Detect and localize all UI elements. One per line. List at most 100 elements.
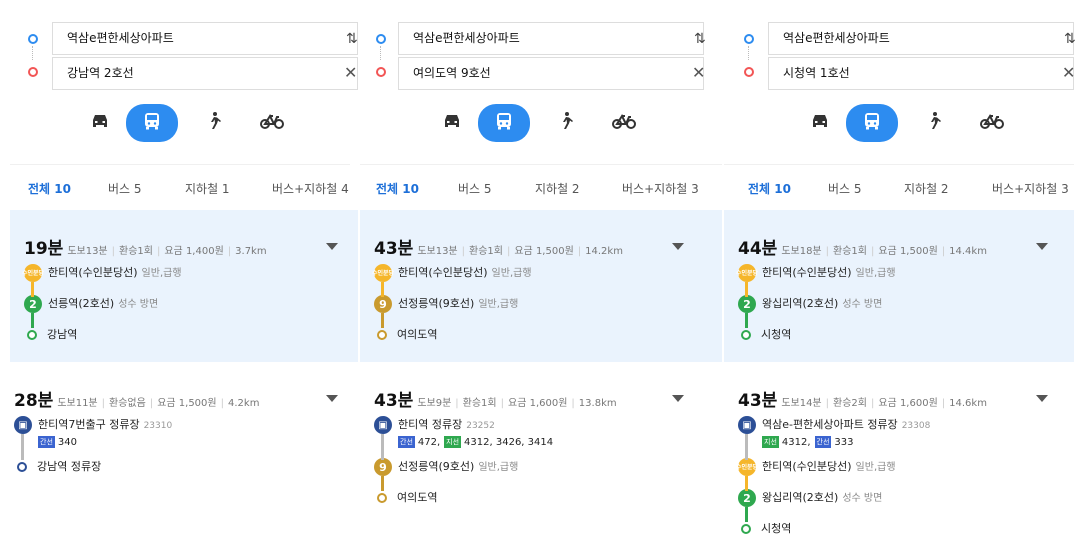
close-icon[interactable]: ✕ — [692, 64, 705, 82]
bus-stop-name: 한티역7번출구 정류장 — [38, 418, 140, 431]
route-time: 28분 — [14, 391, 54, 411]
route-fare: 요금 1,600원 — [508, 398, 568, 409]
tab-3[interactable]: 버스+지하철 3 — [992, 180, 1069, 197]
chevron-down-icon[interactable] — [326, 243, 338, 250]
route-walk: 도보18분 — [781, 246, 822, 257]
bus-icon — [862, 111, 882, 135]
route-card[interactable]: 43분 도보13분 | 환승1회 | 요금 1,500원 | 14.2km 수인분당 한티역(수인… — [360, 210, 722, 362]
route-step: ▣ 역삼e-편한세상아파트 정류장 23308 — [738, 416, 930, 434]
bus-type-badge: 간선 — [38, 436, 55, 448]
tab-1[interactable]: 버스 5 — [108, 180, 142, 197]
chevron-down-icon[interactable] — [326, 395, 338, 402]
route-step: ▣ 한티역7번출구 정류장 23310 — [14, 416, 172, 434]
destination-input[interactable]: 여의도역 9호선 — [398, 57, 704, 90]
car-mode-button[interactable] — [432, 105, 472, 141]
route-summary: 28분 도보11분 | 환승없음 | 요금 1,500원 | 4.2km — [14, 386, 259, 411]
search-inputs: 역삼e편한세상아파트 시청역 1호선 ⇅ ✕ — [724, 0, 1082, 96]
result-tabs: 전체 10 버스 5 지하철 1 버스+지하철 4 — [10, 164, 350, 212]
bike-icon — [260, 112, 284, 134]
route-card[interactable]: 28분 도보11분 | 환승없음 | 요금 1,500원 | 4.2km ▣ 한티역7번출구 정류… — [0, 362, 358, 555]
transit-mode-button[interactable] — [126, 104, 178, 142]
bus-number: 4312, 3426, 3414 — [464, 437, 554, 448]
search-inputs: 역삼e편한세상아파트 강남역 2호선 ⇅ ✕ — [0, 0, 358, 96]
route-card[interactable]: 44분 도보18분 | 환승1회 | 요금 1,500원 | 14.4km 수인분당 한티역(수인… — [724, 210, 1074, 362]
chevron-down-icon[interactable] — [1036, 395, 1048, 402]
meta-separator: | — [571, 398, 575, 409]
dotted-connector — [748, 46, 750, 60]
chevron-down-icon[interactable] — [672, 395, 684, 402]
tab-0[interactable]: 전체 10 — [376, 180, 419, 197]
tab-2[interactable]: 지하철 1 — [185, 180, 230, 197]
dotted-connector — [380, 46, 382, 60]
walk-mode-button[interactable] — [194, 105, 234, 141]
station-name: 한티역(수인분당선) — [762, 460, 852, 473]
transit-mode-button[interactable] — [478, 104, 530, 142]
route-connector-line — [31, 313, 34, 328]
station-direction: 일반,급행 — [141, 268, 182, 279]
transit-mode-button[interactable] — [846, 104, 898, 142]
tab-2[interactable]: 지하철 2 — [904, 180, 949, 197]
dotted-connector — [32, 46, 34, 60]
origin-dot-icon — [28, 34, 38, 44]
route-time: 43분 — [374, 391, 414, 411]
tab-0[interactable]: 전체 10 — [28, 180, 71, 197]
tab-1[interactable]: 버스 5 — [828, 180, 862, 197]
tab-3[interactable]: 버스+지하철 4 — [272, 180, 349, 197]
route-time: 43분 — [374, 239, 414, 259]
bus-number: 340 — [57, 437, 77, 448]
line-9-icon: 9 — [374, 295, 392, 313]
swap-icon[interactable]: ⇅ — [1064, 30, 1076, 48]
route-summary: 44분 도보18분 | 환승1회 | 요금 1,500원 | 14.4km — [738, 234, 987, 259]
car-mode-button[interactable] — [800, 105, 840, 141]
destination-input[interactable]: 시청역 1호선 — [768, 57, 1074, 90]
close-icon[interactable]: ✕ — [344, 64, 357, 82]
bus-type-badge: 지선 — [762, 436, 779, 448]
walk-mode-button[interactable] — [546, 105, 586, 141]
origin-input[interactable]: 역삼e편한세상아파트 — [398, 22, 704, 55]
tab-0[interactable]: 전체 10 — [748, 180, 791, 197]
origin-dot-icon — [744, 34, 754, 44]
route-step: 9 선정릉역(9호선) 일반,급행 — [374, 458, 518, 476]
origin-input[interactable]: 역삼e편한세상아파트 — [768, 22, 1074, 55]
chevron-down-icon[interactable] — [672, 243, 684, 250]
transport-mode-bar — [80, 104, 300, 144]
swap-icon[interactable]: ⇅ — [346, 30, 358, 48]
route-card[interactable]: 43분 도보14분 | 환승2회 | 요금 1,600원 | 14.6km ▣ 역삼e-편한세상아… — [724, 362, 1082, 555]
meta-separator: | — [461, 246, 466, 257]
route-time: 43분 — [738, 391, 778, 411]
car-mode-button[interactable] — [80, 105, 120, 141]
route-walk: 도보13분 — [67, 246, 108, 257]
chevron-down-icon[interactable] — [1036, 243, 1048, 250]
bike-mode-button[interactable] — [972, 105, 1012, 141]
close-icon[interactable]: ✕ — [1062, 64, 1075, 82]
tab-3[interactable]: 버스+지하철 3 — [622, 180, 699, 197]
swap-icon[interactable]: ⇅ — [694, 30, 706, 48]
meta-separator: | — [825, 246, 830, 257]
station-name: 선릉역(2호선) — [48, 297, 115, 310]
walk-mode-button[interactable] — [914, 105, 954, 141]
route-dist: 14.4km — [949, 246, 987, 257]
station-name: 왕십리역(2호선) — [762, 297, 839, 310]
tab-2[interactable]: 지하철 2 — [535, 180, 580, 197]
route-fare: 요금 1,400원 — [164, 246, 224, 257]
destination-input[interactable]: 강남역 2호선 — [52, 57, 358, 90]
tab-1[interactable]: 버스 5 — [458, 180, 492, 197]
bus-stop-name: 역삼e-편한세상아파트 정류장 — [762, 418, 898, 431]
origin-input[interactable]: 역삼e편한세상아파트 — [52, 22, 358, 55]
walk-icon — [925, 111, 943, 135]
route-connector-line — [745, 476, 748, 491]
route-step: 2 왕십리역(2호선) 성수 방면 — [738, 295, 882, 313]
bike-mode-button[interactable] — [604, 105, 644, 141]
route-transfer: 환승1회 — [833, 246, 867, 257]
route-transfer: 환승2회 — [833, 398, 867, 409]
meta-separator: | — [941, 246, 946, 257]
station-direction: 성수 방면 — [842, 493, 883, 504]
bus-stop-icon: ▣ — [14, 416, 32, 434]
route-walk: 도보13분 — [417, 246, 458, 257]
route-card[interactable]: 19분 도보13분 | 환승1회 | 요금 1,400원 | 3.7km 수인분당 한티역(수인분… — [10, 210, 358, 362]
meta-separator: | — [149, 398, 154, 409]
bus-stop-number: 23308 — [901, 421, 931, 431]
bike-mode-button[interactable] — [252, 105, 292, 141]
route-card[interactable]: 43분 도보9분 | 환승1회 | 요금 1,600원 | 13.8km ▣ 한티역 정류장 232… — [360, 362, 722, 555]
bus-lines: 지선 4312, 간선 333 — [762, 436, 858, 448]
